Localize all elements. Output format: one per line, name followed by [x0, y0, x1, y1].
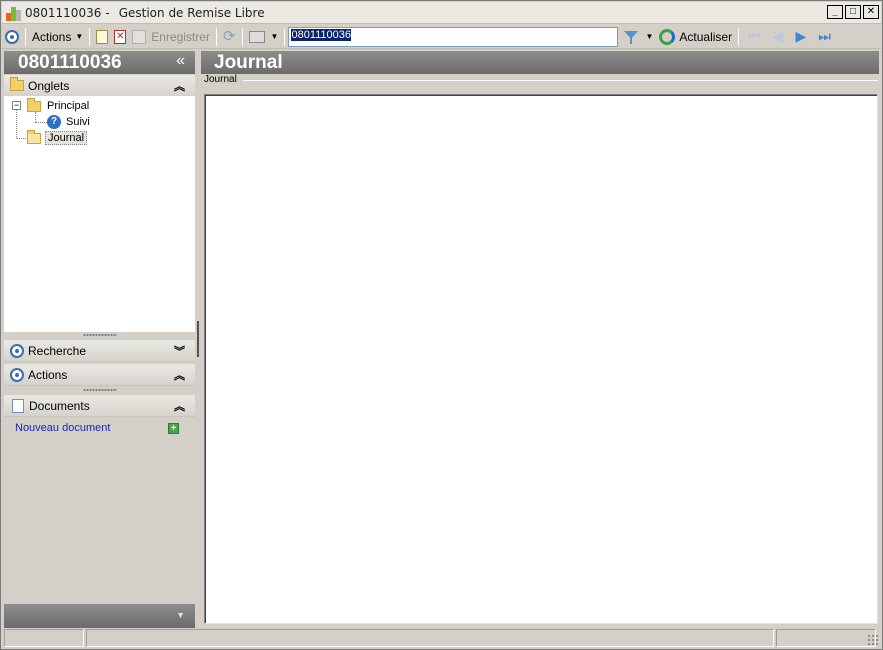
folder-icon: [27, 97, 41, 112]
save-button[interactable]: Enregistrer: [129, 26, 213, 48]
window-title-app: Gestion de Remise Libre: [118, 5, 265, 20]
toolbar-separator: [284, 27, 286, 46]
tabs-section-header[interactable]: Onglets ︽: [4, 75, 195, 97]
printer-icon: [248, 30, 265, 43]
save-label: Enregistrer: [151, 29, 210, 44]
status-bar: [4, 629, 880, 648]
sync-button[interactable]: ⟳: [220, 26, 239, 48]
record-id-title: 0801110036: [18, 51, 122, 73]
status-cell: [4, 629, 84, 647]
document-icon: [12, 398, 24, 413]
first-record-icon[interactable]: ⏮: [742, 28, 767, 45]
new-document-link[interactable]: Nouveau document: [15, 422, 110, 434]
tree-connector: [35, 122, 47, 123]
tree-connector: [16, 110, 17, 139]
horizontal-splitter[interactable]: [4, 387, 195, 392]
actions-section-header[interactable]: Actions ︽: [4, 364, 195, 386]
delete-icon: ✕: [114, 29, 127, 44]
main-panel-title: Journal: [201, 51, 879, 74]
actions-caret-icon: ▼: [75, 32, 84, 41]
save-icon: [132, 29, 147, 44]
vertical-splitter[interactable]: [196, 51, 201, 629]
filter-options-button[interactable]: ▼: [638, 26, 656, 48]
maximize-button[interactable]: □: [845, 5, 861, 19]
toolbar-separator: [25, 27, 26, 46]
new-document-icon: [96, 29, 109, 44]
main-toolbar: Actions ▼ ✕ Enregistrer ⟳ ▼ 0801110036 ▼…: [2, 25, 881, 49]
title-bar[interactable]: 0801110036 - Gestion de Remise Libre _ □…: [2, 2, 881, 24]
documents-section-header[interactable]: Documents ︽: [4, 395, 195, 417]
sync-icon: ⟳: [222, 28, 236, 45]
home-button[interactable]: [2, 26, 22, 48]
previous-record-icon[interactable]: ◀: [767, 28, 790, 45]
print-caret-icon: ▼: [270, 32, 279, 41]
home-circle-icon: [5, 29, 19, 44]
left-panel-footer: ▼: [4, 604, 195, 628]
delete-button[interactable]: ✕: [111, 26, 129, 48]
journal-content-area[interactable]: [204, 94, 878, 624]
new-button[interactable]: [93, 26, 111, 48]
next-record-icon[interactable]: ▶: [789, 28, 812, 45]
app-logo-icon: [6, 5, 22, 21]
folder-icon: [10, 77, 24, 91]
close-icon: ✕: [866, 6, 876, 17]
search-section-icon: [10, 343, 24, 358]
toolbar-separator: [89, 27, 91, 46]
tree-collapse-toggle[interactable]: −: [12, 101, 21, 110]
resize-grip-icon[interactable]: [867, 634, 879, 646]
tree-node-journal-label: Journal: [45, 131, 88, 145]
print-button[interactable]: [246, 26, 268, 48]
close-button[interactable]: ✕: [863, 5, 879, 19]
search-section-label: Recherche: [28, 343, 87, 358]
tabs-tree: − Principal ? Suivi Journal: [4, 96, 195, 332]
print-options-button[interactable]: ▼: [268, 26, 282, 48]
chevron-up-icon[interactable]: ︽: [174, 398, 185, 414]
documents-section-label: Documents: [29, 398, 90, 413]
actions-menu-button[interactable]: Actions ▼: [29, 26, 86, 48]
app-window: 0801110036 - Gestion de Remise Libre _ □…: [0, 0, 883, 650]
maximize-icon: □: [849, 6, 857, 17]
actions-menu-label: Actions: [32, 29, 72, 44]
open-folder-icon: [27, 129, 41, 144]
tree-node-suivi[interactable]: ? Suivi: [47, 114, 90, 130]
window-title-separator: -: [105, 5, 110, 20]
chevron-up-icon[interactable]: ︽: [174, 78, 185, 94]
refresh-label: Actualiser: [679, 29, 733, 44]
left-panel-title: 0801110036 «: [4, 51, 195, 74]
chevron-down-icon[interactable]: ︾: [174, 343, 185, 359]
minimize-icon: _: [832, 6, 838, 17]
journal-group-label: Journal: [204, 74, 239, 85]
status-cell: [86, 629, 774, 647]
toolbar-separator: [241, 27, 243, 46]
group-divider: [243, 80, 878, 81]
horizontal-splitter[interactable]: [4, 332, 195, 337]
status-cell: [776, 629, 876, 647]
last-record-icon[interactable]: ⏭: [812, 28, 837, 45]
page-title: Journal: [214, 51, 283, 73]
tree-node-principal[interactable]: Principal: [27, 97, 90, 114]
filter-caret-icon: ▼: [645, 32, 654, 41]
tree-node-principal-label: Principal: [47, 100, 90, 112]
filter-icon[interactable]: [624, 30, 639, 44]
footer-dropdown-icon[interactable]: ▼: [176, 610, 185, 620]
search-input[interactable]: 0801110036: [288, 26, 619, 47]
window-title-id: 0801110036: [25, 5, 102, 20]
tree-node-journal[interactable]: Journal: [27, 129, 88, 146]
window-controls: _ □ ✕: [827, 5, 879, 19]
add-document-icon[interactable]: +: [168, 423, 179, 434]
search-section-header[interactable]: Recherche ︾: [4, 340, 195, 362]
refresh-button[interactable]: Actualiser: [656, 26, 735, 48]
help-icon: ?: [47, 115, 61, 129]
chevron-up-icon[interactable]: ︽: [174, 367, 185, 383]
actions-section-icon: [10, 367, 24, 382]
minimize-button[interactable]: _: [827, 5, 843, 19]
collapse-left-icon[interactable]: «: [176, 52, 185, 70]
tree-node-suivi-label: Suivi: [66, 116, 90, 128]
toolbar-separator: [215, 27, 217, 46]
refresh-icon: [659, 28, 676, 45]
actions-section-label: Actions: [28, 367, 68, 382]
search-input-value: 0801110036: [291, 28, 352, 41]
tabs-section-label: Onglets: [28, 78, 70, 93]
toolbar-separator: [738, 27, 740, 46]
